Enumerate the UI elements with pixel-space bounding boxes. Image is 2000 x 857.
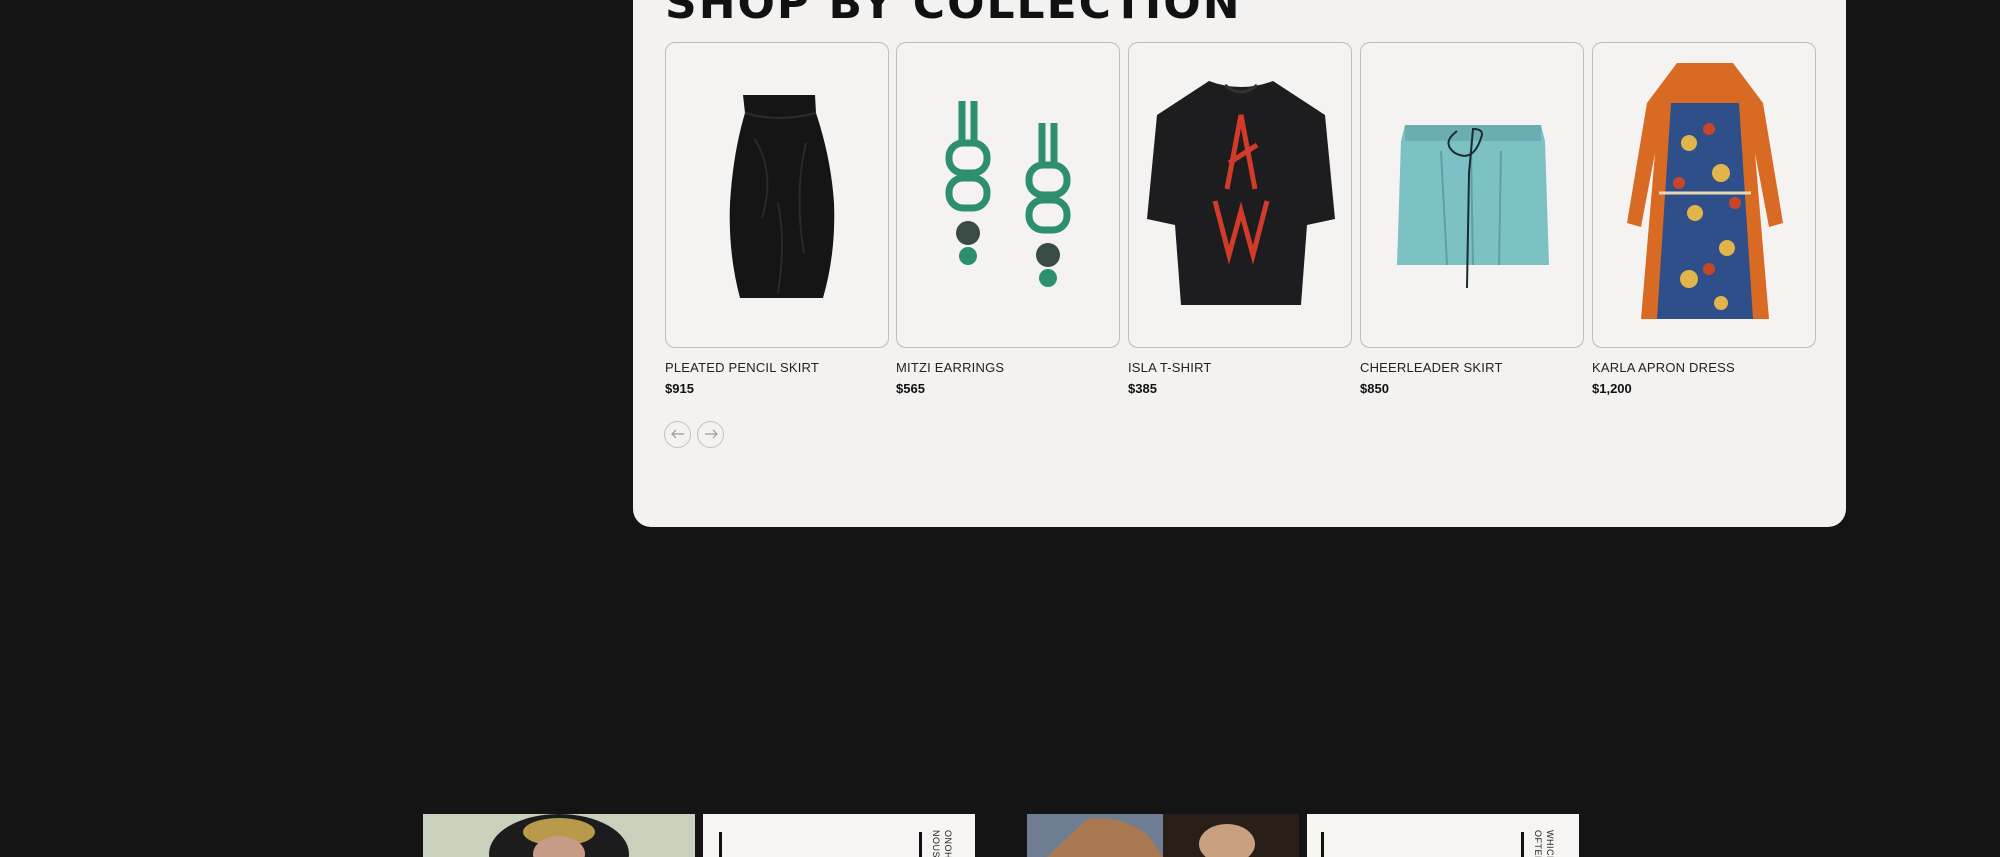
product-name[interactable]: KARLA APRON DRESS [1592,360,1816,375]
product-card[interactable]: MITZI EARRINGS $565 [896,42,1120,396]
editorial-side-text: WHICH [1545,830,1555,857]
carousel-prev-button[interactable] [664,421,691,448]
editorial-side-text: NOUS [931,830,941,857]
product-price: $1,200 [1592,381,1632,396]
product-price: $850 [1360,381,1389,396]
product-image[interactable] [896,42,1120,348]
product-name[interactable]: ISLA T-SHIRT [1128,360,1352,375]
product-price: $385 [1128,381,1157,396]
product-image[interactable] [665,42,889,348]
editorial-card[interactable]: NOUS ONOH [703,814,975,857]
product-name[interactable]: PLEATED PENCIL SKIRT [665,360,889,375]
editorial-side-text: OFTEN [1533,830,1543,857]
divider [719,832,722,857]
product-card[interactable]: CHEERLEADER SKIRT $850 [1360,42,1584,396]
product-name[interactable]: CHEERLEADER SKIRT [1360,360,1584,375]
product-image[interactable] [1128,42,1352,348]
arrow-left-icon [670,426,685,444]
product-image[interactable] [1360,42,1584,348]
editorial-image[interactable] [1027,814,1299,857]
product-card[interactable]: KARLA APRON DRESS $1,200 [1592,42,1816,396]
product-price: $565 [896,381,925,396]
divider [1321,832,1324,857]
product-card[interactable]: ISLA T-SHIRT $385 [1128,42,1352,396]
section-title: SHOP BY COLLECTION [665,0,1242,29]
product-image[interactable] [1592,42,1816,348]
carousel-next-button[interactable] [697,421,724,448]
divider [919,832,922,857]
editorial-side-text: ONOH [943,830,953,857]
product-card[interactable]: PLEATED PENCIL SKIRT $915 [665,42,889,396]
product-name[interactable]: MITZI EARRINGS [896,360,1120,375]
product-price: $915 [665,381,694,396]
arrow-right-icon [704,426,718,444]
editorial-card[interactable]: OFTEN WHICH [1307,814,1579,857]
divider [1521,832,1524,857]
editorial-image[interactable] [423,814,695,857]
